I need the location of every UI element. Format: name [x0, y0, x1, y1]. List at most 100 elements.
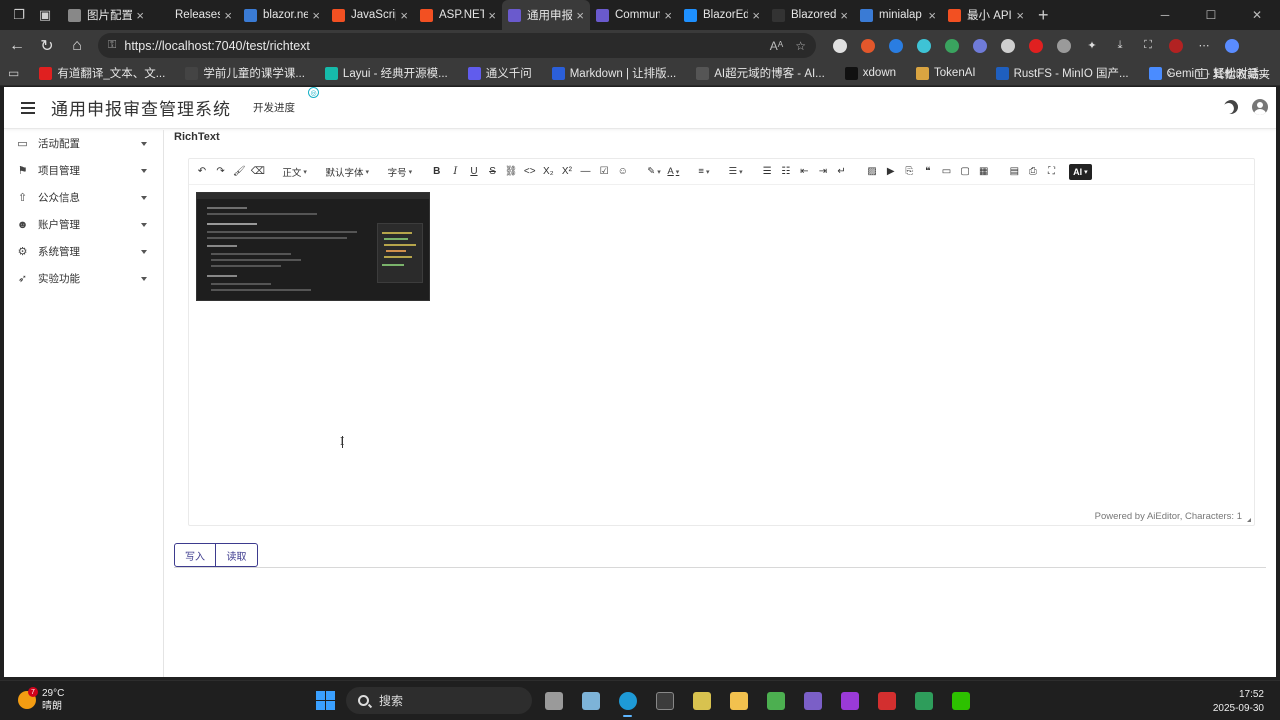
file-explorer-icon[interactable] [725, 687, 752, 714]
table-icon[interactable]: ▦ [976, 164, 992, 180]
extension-icon[interactable] [969, 35, 991, 57]
subscript-icon[interactable]: X₂ [540, 164, 556, 180]
strikethrough-icon[interactable]: S [485, 164, 501, 180]
system-clock[interactable]: 17:52 2025-09-30 [1213, 688, 1264, 716]
extension-icon[interactable] [997, 35, 1019, 57]
red-app-icon[interactable] [873, 687, 900, 714]
line-height-icon[interactable]: ☰ [727, 164, 745, 180]
bookmark-item[interactable]: 学前儿童的课学课... [185, 65, 305, 81]
horizontal-rule-icon[interactable]: — [578, 164, 594, 180]
browser-tab[interactable]: Releases × [150, 0, 238, 30]
menu-toggle-icon[interactable] [21, 101, 35, 114]
bookmark-item[interactable]: AI超元域的博客 - AI... [696, 65, 825, 81]
tab-close-icon[interactable]: × [752, 8, 760, 23]
extension-icon[interactable] [913, 35, 935, 57]
video-icon[interactable]: ▶ [883, 164, 899, 180]
sidebar-item[interactable]: ☻ 账户管理 [4, 211, 163, 238]
browser-tab[interactable]: 图片配置 × [62, 0, 150, 30]
quote-icon[interactable]: ❝ [920, 164, 936, 180]
tab-close-icon[interactable]: × [840, 8, 848, 23]
bookmark-item[interactable]: TokenAI [916, 65, 976, 81]
tab-close-icon[interactable]: × [928, 8, 936, 23]
new-tab-icon[interactable]: + [1038, 5, 1049, 26]
tab-close-icon[interactable]: × [576, 8, 584, 23]
browser-tab[interactable]: Blazored × [766, 0, 854, 30]
refresh-icon[interactable]: ↻ [32, 31, 62, 61]
code-block-icon[interactable]: ▢ [957, 164, 973, 180]
other-favorites-folder[interactable]: 其他收藏夹 [1194, 66, 1270, 82]
wechat-icon[interactable] [947, 687, 974, 714]
bookmark-item[interactable]: RustFS - MinIO 国产... [995, 65, 1129, 81]
green-app-icon[interactable] [910, 687, 937, 714]
edge-browser-icon[interactable] [614, 687, 641, 717]
browser-tab[interactable]: Commun × [590, 0, 678, 30]
extension-icon[interactable] [885, 35, 907, 57]
browser-tab[interactable]: blazor.ne × [238, 0, 326, 30]
write-button[interactable]: 写入 [174, 543, 216, 567]
todo-icon[interactable]: ☑ [596, 164, 612, 180]
format-painter-icon[interactable]: 🖌 [231, 164, 247, 180]
editor-content-area[interactable] [189, 186, 1254, 506]
tab-actions-icon[interactable]: ▣ [34, 4, 56, 26]
font-family-select[interactable]: 默认字体 [324, 164, 372, 180]
container-icon[interactable]: ▭ [939, 164, 955, 180]
profile-avatar-icon[interactable] [1165, 35, 1187, 57]
dev-progress-link[interactable]: 开发进度 ◎ [253, 87, 319, 115]
back-icon[interactable]: ← [2, 31, 32, 61]
tab-close-icon[interactable]: × [1016, 8, 1024, 23]
redo-icon[interactable]: ↷ [213, 164, 229, 180]
favorite-star-icon[interactable]: ☆ [795, 39, 806, 53]
bookmark-item[interactable]: 有道翻译_文本、文... [39, 65, 165, 81]
browser-tab[interactable]: 最小 API × [942, 0, 1030, 30]
browser-tab[interactable]: BlazorEdi × [678, 0, 766, 30]
sidebar-item[interactable]: ➶ 实验功能 [4, 265, 163, 292]
sidebar-item[interactable]: ⚑ 项目管理 [4, 157, 163, 184]
editor-app-icon[interactable] [688, 687, 715, 714]
align-icon[interactable]: ≡ [696, 164, 712, 180]
more-menu-icon[interactable]: ⋯ [1193, 35, 1215, 57]
attachment-icon[interactable]: ⎘ [901, 164, 917, 180]
workspaces-icon[interactable]: ❐ [8, 4, 30, 26]
underline-icon[interactable]: U [466, 164, 482, 180]
rider-icon[interactable] [836, 687, 863, 714]
paragraph-select[interactable]: 正文 [280, 164, 309, 180]
minimize-icon[interactable]: ─ [1142, 0, 1188, 30]
ordered-list-icon[interactable]: ☷ [778, 164, 794, 180]
browser-tab[interactable]: 通用申报 × [502, 0, 590, 30]
start-button-icon[interactable] [316, 691, 335, 710]
sidebar-item[interactable]: ⇧ 公众信息 [4, 184, 163, 211]
tab-close-icon[interactable]: × [488, 8, 496, 23]
undo-icon[interactable]: ↶ [194, 164, 210, 180]
break-icon[interactable]: ↵ [834, 164, 850, 180]
bookmark-item[interactable]: Layui - 经典开源模... [324, 65, 448, 81]
extension-icon[interactable] [1025, 35, 1047, 57]
visual-studio-icon[interactable] [799, 687, 826, 714]
print-icon[interactable]: ⎙ [1025, 164, 1041, 180]
extensions-puzzle-icon[interactable]: ✦ [1081, 35, 1103, 57]
downloads-icon[interactable]: ⤓ [1109, 35, 1131, 57]
tab-close-icon[interactable]: × [400, 8, 408, 23]
resize-handle-icon[interactable] [1247, 518, 1251, 522]
sidebar-item[interactable]: ▭ 活动配置 [4, 130, 163, 157]
bold-icon[interactable]: B [429, 164, 445, 180]
maximize-icon[interactable]: ☐ [1188, 0, 1234, 30]
copilot-icon[interactable] [1221, 35, 1243, 57]
link-icon[interactable]: ⛓ [503, 164, 519, 180]
tab-close-icon[interactable]: × [224, 8, 232, 23]
read-button[interactable]: 读取 [216, 543, 258, 567]
browser-tab[interactable]: JavaScrip × [326, 0, 414, 30]
more-bookmarks-icon[interactable]: › [1168, 65, 1172, 80]
bookmark-item[interactable]: Markdown | 让排版... [551, 65, 676, 81]
indent-decrease-icon[interactable]: ⇤ [796, 164, 812, 180]
indent-increase-icon[interactable]: ⇥ [815, 164, 831, 180]
url-input[interactable]: ⚿ https://localhost:7040/test/richtext A… [98, 33, 816, 58]
weather-widget[interactable]: 7 29°C 晴朗 [18, 687, 64, 713]
screenshot-icon[interactable]: ⛶ [1137, 35, 1159, 57]
font-color-icon[interactable]: A [665, 164, 681, 180]
source-code-icon[interactable]: ▤ [1006, 164, 1022, 180]
dark-mode-icon[interactable] [1221, 97, 1240, 116]
emoji-icon[interactable]: ☺ [615, 164, 631, 180]
bullet-list-icon[interactable]: ☰ [759, 164, 775, 180]
extension-icon[interactable] [829, 35, 851, 57]
tab-close-icon[interactable]: × [312, 8, 320, 23]
